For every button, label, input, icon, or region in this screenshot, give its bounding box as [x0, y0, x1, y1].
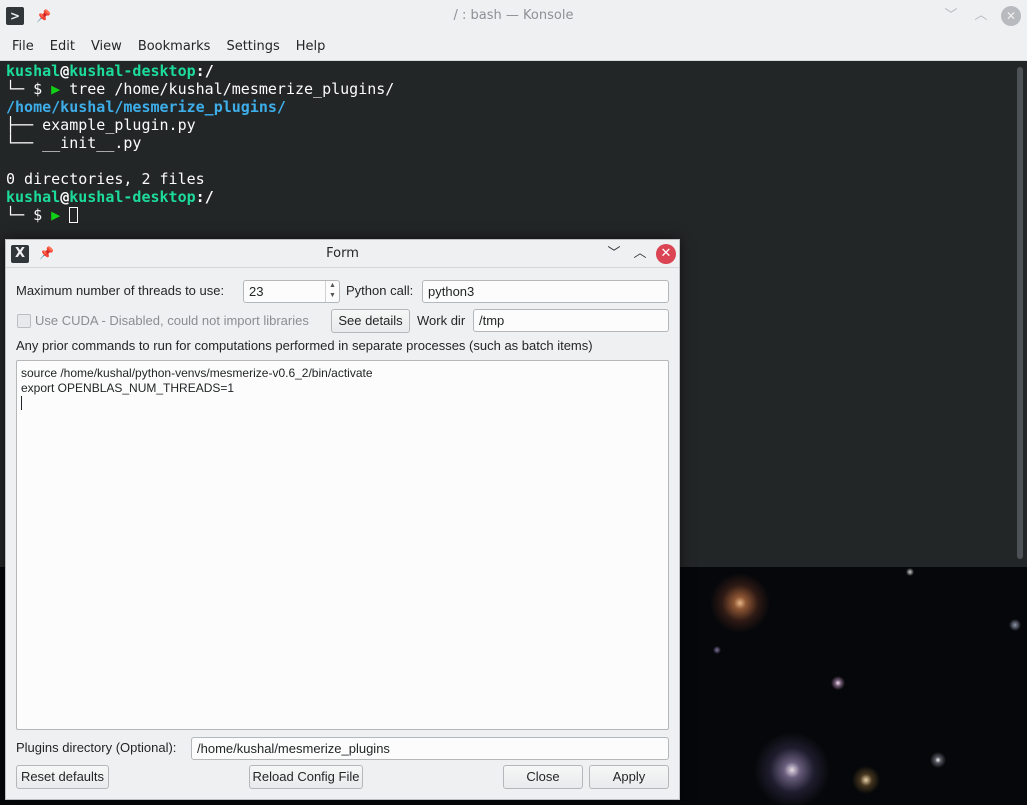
- prompt-at: @: [60, 188, 70, 206]
- prompt-colon: :: [195, 62, 205, 80]
- menu-edit[interactable]: Edit: [42, 32, 83, 61]
- tree-summary: 0 directories, 2 files: [6, 170, 205, 188]
- konsole-menubar: File Edit View Bookmarks Settings Help: [0, 32, 1027, 61]
- konsole-titlebar[interactable]: > 📌 / : bash — Konsole ﹀ ︿ ✕: [0, 0, 1027, 32]
- reload-config-button[interactable]: Reload Config File: [249, 765, 363, 789]
- reset-defaults-button[interactable]: Reset defaults: [16, 765, 109, 789]
- prompt-arrow-icon: ▶: [51, 206, 61, 224]
- command-line-1: source /home/kushal/python-venvs/mesmeri…: [21, 366, 373, 380]
- prompt-colon: :: [195, 188, 205, 206]
- menu-view[interactable]: View: [83, 32, 130, 61]
- prompt-line: kushal@kushal-desktop:/: [6, 62, 1007, 80]
- use-cuda-checkbox[interactable]: [17, 314, 31, 328]
- tree-root: /home/kushal/mesmerize_plugins/: [6, 98, 286, 116]
- pin-icon[interactable]: 📌: [36, 9, 51, 23]
- prior-commands-label: Any prior commands to run for computatio…: [16, 338, 593, 353]
- prompt-arrow-icon: ▶: [51, 80, 61, 98]
- prompt-path: /: [204, 188, 214, 206]
- workdir-input[interactable]: /tmp: [473, 309, 669, 332]
- pin-icon[interactable]: 📌: [39, 246, 54, 260]
- form-body: Maximum number of threads to use: 23 ▲ ▼…: [16, 268, 669, 799]
- spin-down-icon[interactable]: ▼: [326, 291, 339, 301]
- workdir-label: Work dir: [417, 313, 466, 328]
- apply-button[interactable]: Apply: [589, 765, 669, 789]
- terminal-icon[interactable]: >: [6, 7, 24, 25]
- prompt-line: kushal@kushal-desktop:/: [6, 188, 1007, 206]
- command-line: └─ $ ▶ tree /home/kushal/mesmerize_plugi…: [6, 80, 1007, 98]
- menu-file[interactable]: File: [4, 32, 42, 61]
- threads-label: Maximum number of threads to use:: [16, 283, 225, 298]
- menu-settings[interactable]: Settings: [218, 32, 287, 61]
- tree-entry: └── __init__.py: [6, 134, 142, 152]
- prompt-user: kushal: [6, 188, 61, 206]
- menu-bookmarks[interactable]: Bookmarks: [130, 32, 219, 61]
- spin-up-icon[interactable]: ▲: [326, 281, 339, 291]
- command-line: └─ $ ▶: [6, 206, 1007, 224]
- plugins-directory-input[interactable]: /home/kushal/mesmerize_plugins: [191, 737, 669, 760]
- close-icon[interactable]: ✕: [656, 244, 676, 264]
- command-line-2: export OPENBLAS_NUM_THREADS=1: [21, 381, 235, 395]
- threads-value: 23: [249, 284, 264, 299]
- threads-spinbox[interactable]: 23 ▲ ▼: [243, 280, 340, 303]
- prompt-host: kushal-desktop: [69, 188, 196, 206]
- menu-help[interactable]: Help: [288, 32, 334, 61]
- prompt-at: @: [60, 62, 70, 80]
- terminal-cursor: [69, 207, 79, 223]
- maximize-icon[interactable]: ︿: [630, 244, 650, 264]
- form-titlebar[interactable]: X 📌 Form ﹀ ︿ ✕: [6, 240, 679, 268]
- see-details-button[interactable]: See details: [331, 309, 410, 333]
- prompt-user: kushal: [6, 62, 61, 80]
- python-call-input[interactable]: python3: [422, 280, 669, 303]
- minimize-icon[interactable]: ﹀: [941, 6, 961, 26]
- plugins-label: Plugins directory (Optional):: [16, 740, 177, 755]
- konsole-title: / : bash — Konsole: [453, 8, 574, 23]
- prompt-path: /: [204, 62, 214, 80]
- terminal-scrollbar[interactable]: [1013, 61, 1027, 567]
- python-call-label: Python call:: [346, 283, 414, 298]
- close-icon[interactable]: ✕: [1001, 6, 1021, 26]
- command-text: tree /home/kushal/mesmerize_plugins/: [60, 80, 395, 98]
- x11-app-icon[interactable]: X: [11, 245, 29, 263]
- form-title: Form: [326, 246, 359, 261]
- maximize-icon[interactable]: ︿: [971, 6, 991, 26]
- text-caret-line: [21, 396, 664, 411]
- prompt-host: kushal-desktop: [69, 62, 196, 80]
- scrollbar-thumb[interactable]: [1017, 67, 1023, 559]
- use-cuda-label: Use CUDA - Disabled, could not import li…: [35, 313, 309, 328]
- minimize-icon[interactable]: ﹀: [604, 244, 624, 264]
- text-caret: [21, 396, 22, 410]
- prior-commands-textarea[interactable]: source /home/kushal/python-venvs/mesmeri…: [16, 360, 669, 730]
- form-dialog: X 📌 Form ﹀ ︿ ✕ Maximum number of threads…: [5, 239, 680, 800]
- prompt-prefix: └─ $: [6, 80, 52, 98]
- command-text: [60, 206, 69, 224]
- close-button[interactable]: Close: [503, 765, 583, 789]
- prompt-prefix: └─ $: [6, 206, 52, 224]
- tree-entry: ├── example_plugin.py: [6, 116, 196, 134]
- spin-arrows: ▲ ▼: [325, 281, 339, 302]
